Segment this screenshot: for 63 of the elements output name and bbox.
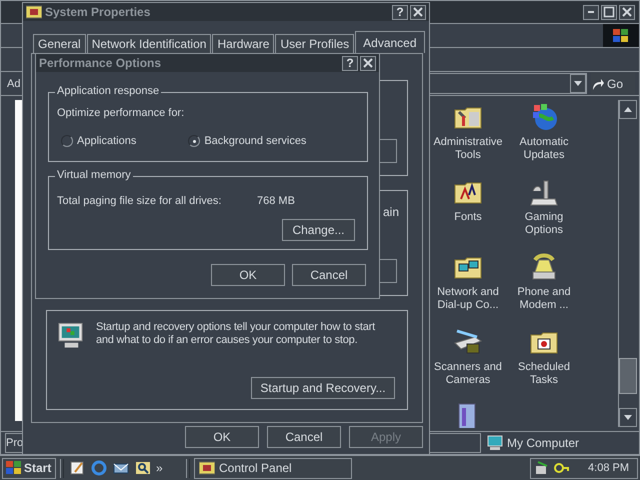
computer-icon	[487, 435, 503, 451]
status-location: My Computer	[507, 436, 580, 450]
notepad-icon	[69, 460, 85, 476]
close-button[interactable]	[619, 4, 635, 20]
scroll-down-icon	[624, 415, 632, 420]
minimize-icon	[588, 11, 594, 13]
group-heading: Virtual memory	[55, 169, 133, 181]
group-heading: Application response	[55, 85, 162, 97]
caret-icon	[574, 81, 582, 86]
item-label[interactable]: Phone and Modem ...	[506, 286, 582, 312]
item-label[interactable]: Gaming Options	[506, 211, 582, 237]
item-label[interactable]: Administrative Tools	[430, 136, 506, 162]
tab[interactable]: Advanced	[355, 31, 425, 53]
address-label: Ad	[7, 78, 22, 90]
arrow-icon	[591, 76, 605, 90]
radio-button[interactable]: Applications	[61, 135, 136, 147]
startup-recovery-button[interactable]: Startup and Recovery...	[251, 377, 395, 399]
close-icon	[361, 56, 375, 70]
close-button[interactable]	[360, 56, 376, 70]
item-label[interactable]: Network and Dial-up Co...	[430, 286, 506, 312]
maximize-icon	[603, 6, 615, 18]
maximize-button[interactable]	[601, 4, 617, 20]
quick-launch-button[interactable]	[134, 459, 152, 477]
help-button[interactable]: ?	[392, 4, 408, 20]
field-label: Total paging file size for all drives:	[57, 195, 222, 207]
dialog-button[interactable]: Cancel	[292, 264, 366, 286]
help-button[interactable]: ?	[342, 56, 358, 70]
scroll-up-icon	[624, 107, 632, 112]
close-button[interactable]	[410, 4, 426, 20]
clock: 4:08 PM	[588, 462, 630, 474]
radio-button[interactable]: Background services	[188, 135, 306, 147]
window-title: System Properties	[45, 5, 152, 19]
description-text: ain	[382, 205, 399, 219]
item-label[interactable]: Scanners and Cameras	[430, 361, 506, 387]
dialog-button[interactable]: OK	[185, 426, 259, 448]
start-button[interactable]: Start	[2, 458, 56, 478]
taskbar-button[interactable]: Control Panel	[194, 458, 352, 478]
change-button[interactable]: Change...	[282, 219, 355, 241]
tab[interactable]: Hardware	[212, 34, 274, 53]
field-value: 768 MB	[257, 195, 295, 207]
description-text: Startup and recovery options tell your computer how to start and what to do if an error causes your computer to stop.	[96, 321, 376, 347]
minimize-button[interactable]	[583, 4, 599, 20]
dialog-button[interactable]: OK	[211, 264, 285, 286]
dialog-title: Performance Options	[39, 56, 162, 70]
item-label[interactable]: Scheduled Tasks	[506, 361, 582, 387]
flag-icon	[612, 28, 630, 44]
search-icon	[135, 460, 151, 476]
item-label[interactable]: Automatic Updates	[506, 136, 582, 162]
dialog-button[interactable]: Cancel	[267, 426, 341, 448]
close-icon	[620, 5, 634, 19]
tab[interactable]: General	[33, 34, 86, 53]
dropdown-button[interactable]	[570, 74, 586, 93]
scroll-bar[interactable]	[618, 100, 637, 427]
quick-launch-button[interactable]	[68, 459, 86, 477]
flag-icon	[6, 461, 22, 475]
close-icon	[411, 5, 425, 19]
tab[interactable]: User Profiles	[275, 34, 354, 53]
item-label[interactable]: Fonts	[430, 211, 506, 224]
key-icon	[553, 460, 569, 476]
browser-icon	[91, 460, 107, 476]
field-label: Optimize performance for:	[57, 107, 186, 119]
scroll-thumb[interactable]	[619, 358, 637, 394]
tab[interactable]: Network Identification	[86, 34, 212, 53]
